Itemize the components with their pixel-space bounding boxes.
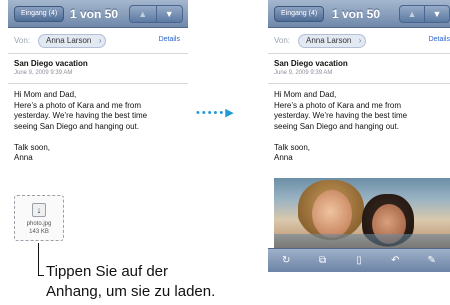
photo-person-face	[312, 190, 352, 238]
caption: Tippen Sie auf der Anhang, um sie zu lad…	[46, 262, 215, 302]
details-link[interactable]: Details	[429, 36, 450, 43]
inbox-back-button[interactable]: Eingang (4)	[14, 6, 65, 22]
message-date: June 9, 2009 9:39 AM	[14, 70, 73, 76]
sender-chip[interactable]: Anna Larson ›	[38, 34, 107, 48]
caption-line: Anhang, um sie zu laden.	[46, 283, 216, 300]
body-gap	[274, 132, 446, 143]
body-gap	[14, 132, 186, 143]
mail-screen-after: Eingang (4) 1 von 50 ▲ ▼ Von: Anna Larso…	[268, 0, 450, 272]
body-line: yesterday. We’re having the best time	[274, 111, 408, 120]
refresh-icon[interactable]: ↻	[274, 255, 298, 266]
body-line: Anna	[274, 153, 293, 162]
details-link[interactable]: Details	[159, 36, 180, 43]
mail-screen-before: Eingang (4) 1 von 50 ▲ ▼ Von: Anna Larso…	[8, 0, 188, 272]
dotted-right-arrow-icon: •••••▶	[196, 107, 236, 119]
callout-leader-line	[38, 243, 39, 276]
up-arrow-icon[interactable]: ▲	[130, 6, 156, 22]
body-line: Talk soon,	[274, 142, 311, 152]
chevron-right-icon: ›	[98, 36, 102, 45]
caption-line: Tippen Sie auf der	[46, 263, 169, 280]
message-subject: San Diego vacation	[14, 59, 88, 68]
message-body: Hi Mom and Dad, Here’s a photo of Kara a…	[14, 90, 186, 164]
message-navigation: ▲ ▼	[129, 5, 183, 23]
from-label: Von:	[274, 36, 291, 45]
download-arrow-icon: ↓	[32, 203, 46, 217]
from-row: Von: Anna Larson › Details	[8, 28, 188, 54]
sender-name: Anna Larson	[46, 36, 92, 45]
attachment-size: 143 KB	[29, 229, 49, 235]
chevron-right-icon: ›	[358, 36, 362, 45]
move-folder-icon[interactable]: ⧉	[311, 255, 335, 266]
trash-icon[interactable]: ▯	[347, 255, 371, 266]
message-subject: San Diego vacation	[274, 59, 348, 68]
attached-photo[interactable]	[274, 178, 450, 248]
body-line: seeing San Diego and hanging out.	[14, 121, 139, 131]
body-line: yesterday. We’re having the best time	[14, 111, 148, 120]
body-line: seeing San Diego and hanging out.	[274, 121, 399, 131]
sender-name: Anna Larson	[306, 36, 352, 45]
from-label: Von:	[14, 36, 31, 45]
compose-icon[interactable]: ✎	[420, 255, 444, 266]
down-arrow-icon[interactable]: ▼	[155, 6, 183, 22]
body-line: Anna	[14, 153, 33, 162]
message-counter-title: 1 von 50	[70, 7, 119, 21]
body-line: Hi Mom and Dad,	[274, 90, 337, 99]
navigation-bar: Eingang (4) 1 von 50 ▲ ▼	[8, 0, 188, 28]
inbox-back-button[interactable]: Eingang (4)	[274, 6, 325, 22]
attachment-name: photo.jpg	[26, 221, 52, 227]
photo-background	[274, 234, 450, 248]
navigation-bar: Eingang (4) 1 von 50 ▲ ▼	[268, 0, 450, 28]
message-date: June 9, 2009 9:39 AM	[274, 70, 333, 76]
bottom-toolbar: ↻ ⧉ ▯ ↶ ✎	[268, 248, 450, 272]
sender-chip[interactable]: Anna Larson ›	[298, 34, 367, 48]
header-divider	[268, 83, 450, 84]
message-body: Hi Mom and Dad, Here’s a photo of Kara a…	[274, 90, 446, 164]
callout-leader-tick	[38, 275, 44, 276]
down-arrow-icon[interactable]: ▼	[424, 6, 449, 22]
header-divider	[8, 83, 188, 84]
from-row: Von: Anna Larson › Details	[268, 28, 450, 54]
body-line: Here’s a photo of Kara and me from	[274, 100, 402, 110]
body-line: Talk soon,	[14, 142, 51, 152]
message-counter-title: 1 von 50	[332, 7, 381, 21]
up-arrow-icon[interactable]: ▲	[400, 6, 424, 22]
attachment-placeholder[interactable]: ↓ photo.jpg 143 KB	[14, 195, 64, 241]
body-line: Hi Mom and Dad,	[14, 90, 77, 99]
message-navigation: ▲ ▼	[399, 5, 450, 23]
reply-icon[interactable]: ↶	[383, 255, 407, 266]
body-line: Here’s a photo of Kara and me from	[14, 100, 142, 110]
